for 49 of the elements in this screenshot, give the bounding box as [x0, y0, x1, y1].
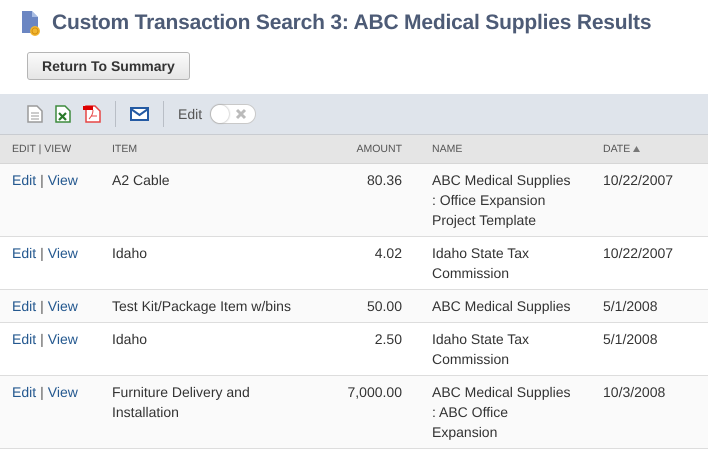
link-separator: |	[40, 384, 44, 400]
table-cell: 10/3/2008	[603, 384, 666, 400]
column-header[interactable]: ITEM	[112, 143, 138, 155]
table-cell: 80.36	[366, 172, 402, 188]
table-cell: Test Kit/Package Item w/bins	[112, 298, 291, 314]
view-link[interactable]: View	[48, 331, 78, 347]
edit-link[interactable]: Edit	[12, 298, 36, 314]
table-cell: A2 Cable	[112, 172, 170, 188]
view-link[interactable]: View	[48, 172, 78, 188]
document-coin-icon	[20, 10, 42, 36]
table-cell: 10/22/2007	[603, 245, 674, 261]
link-separator: |	[40, 172, 44, 188]
table-cell: Furniture Delivery and Installation	[112, 384, 250, 420]
table-cell: ABC Medical Supplies : Office Expansion Project Template	[432, 172, 571, 228]
edit-link[interactable]: Edit	[12, 245, 36, 261]
table-cell: ABC Medical Supplies : ABC Office Expansion	[432, 384, 571, 440]
table-cell: Idaho	[112, 331, 148, 347]
table-cell: 7,000.00	[348, 384, 402, 400]
edit-link[interactable]: Edit	[12, 172, 36, 188]
view-link[interactable]: View	[48, 298, 78, 314]
column-header[interactable]: NAME	[432, 143, 462, 155]
table-cell: 2.50	[374, 331, 402, 347]
table-cell: 5/1/2008	[603, 298, 658, 314]
table-cell: 4.02	[374, 245, 402, 261]
table-cell: 50.00	[366, 298, 402, 314]
email-icon[interactable]	[130, 107, 149, 121]
column-header[interactable]: DATE	[603, 143, 640, 155]
table-cell: 5/1/2008	[603, 331, 658, 347]
spreadsheet-icon[interactable]	[55, 105, 71, 123]
page-title: Custom Transaction Search 3: ABC Medical Supplies Results	[52, 11, 652, 35]
view-link[interactable]: View	[48, 384, 78, 400]
document-icon[interactable]	[27, 105, 43, 123]
table-cell: 10/22/2007	[603, 172, 674, 188]
edit-link[interactable]: Edit	[12, 331, 36, 347]
sort-ascending-icon	[633, 146, 640, 152]
link-separator: |	[40, 245, 44, 261]
edit-link[interactable]: Edit	[12, 384, 36, 400]
edit-label: Edit	[178, 106, 202, 122]
return-button[interactable]: Return To Summary	[27, 52, 190, 80]
pdf-icon[interactable]	[83, 105, 101, 123]
table-cell: ABC Medical Supplies	[432, 298, 571, 314]
link-separator: |	[40, 298, 44, 314]
x-icon	[235, 108, 248, 120]
table-cell: Idaho	[112, 245, 148, 261]
table-cell: Idaho State Tax Commission	[432, 331, 530, 367]
view-link[interactable]: View	[48, 245, 78, 261]
edit-toggle[interactable]	[210, 104, 256, 124]
table-cell: Idaho State Tax Commission	[432, 245, 530, 281]
link-separator: |	[40, 331, 44, 347]
